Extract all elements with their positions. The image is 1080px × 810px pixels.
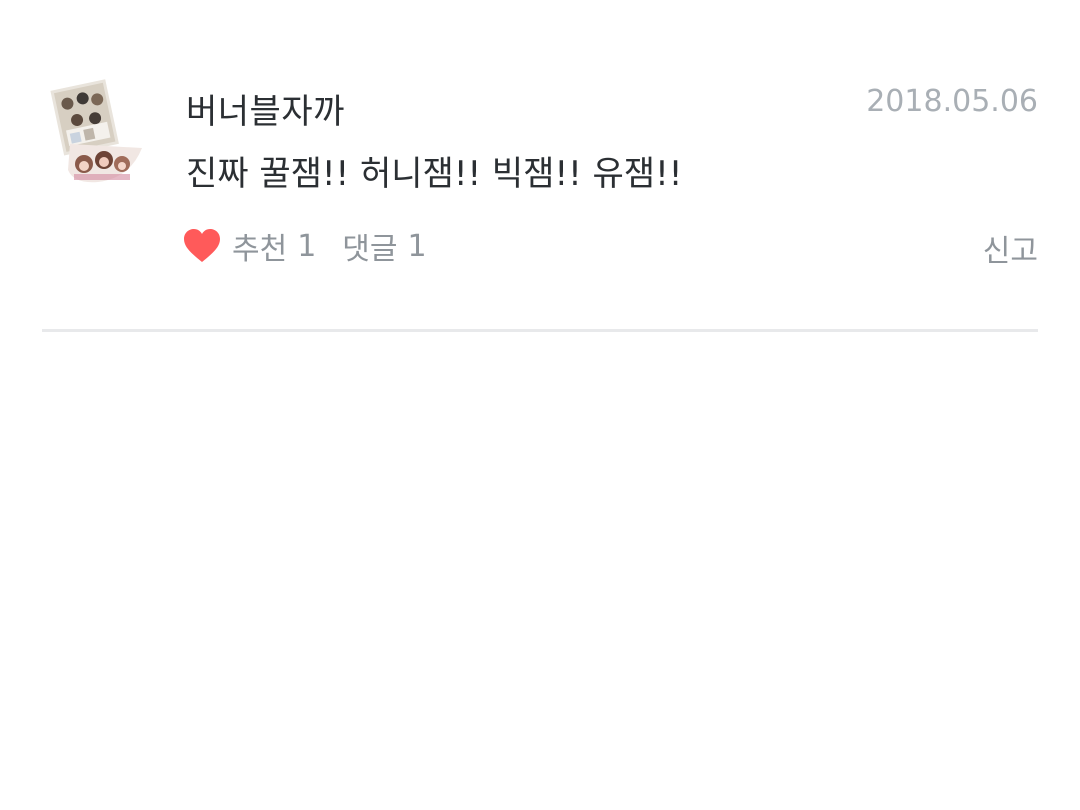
comment-text: 진짜 꿀잼!! 허니잼!! 빅잼!! 유잼!! xyxy=(186,154,683,194)
comment-item: 버너블자까 2018.05.06 진짜 꿀잼!! 허니잼!! 빅잼!! 유잼!!… xyxy=(0,0,1080,334)
like-label: 추천 xyxy=(232,232,288,267)
comment-actions: 추천 1 댓글 1 xyxy=(182,224,427,268)
reply-button[interactable]: 댓글 1 xyxy=(342,224,426,268)
reply-label: 댓글 xyxy=(342,232,398,267)
like-button[interactable]: 추천 1 xyxy=(182,224,316,268)
avatar[interactable] xyxy=(46,74,146,186)
divider xyxy=(42,329,1038,332)
reply-count: 1 xyxy=(407,228,427,264)
like-count: 1 xyxy=(297,228,317,264)
heart-icon xyxy=(182,226,222,266)
report-button[interactable]: 신고 xyxy=(983,226,1038,270)
author-name[interactable]: 버너블자까 xyxy=(186,84,345,133)
comment-date: 2018.05.06 xyxy=(866,84,1038,119)
